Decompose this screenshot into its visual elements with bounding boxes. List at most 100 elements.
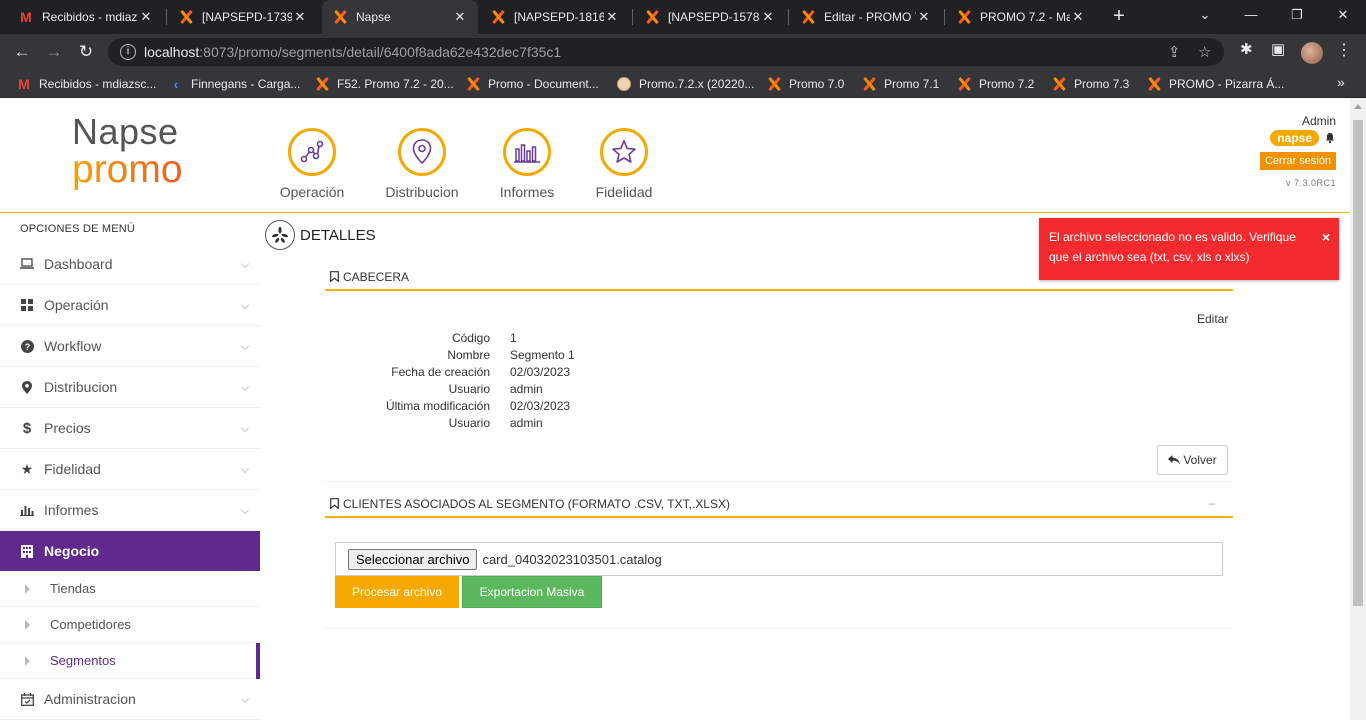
sidebar-item-fidelidad[interactable]: ★ Fidelidad <box>0 449 260 490</box>
sidebar-subitem-segmentos[interactable]: Segmentos <box>0 643 260 679</box>
process-file-button[interactable]: Procesar archivo <box>335 576 459 608</box>
module-label: Fidelidad <box>595 184 653 200</box>
bookmark-item[interactable]: ‹ Finnegans - Carga... <box>168 70 301 98</box>
napse-icon <box>644 9 660 25</box>
page-scrollbar[interactable] <box>1350 98 1366 720</box>
scroll-up-arrow-icon[interactable] <box>1354 104 1362 109</box>
browser-tab[interactable]: Editar - PROMO 7 ✕ <box>790 0 942 34</box>
chevron-down-icon <box>240 694 250 704</box>
close-icon[interactable]: × <box>1322 227 1330 247</box>
user-area: Admin napse Cerrar sesión v 7.3.0RC1 <box>1259 114 1336 188</box>
share-icon[interactable]: ⇪ <box>1168 43 1181 61</box>
restore-button[interactable]: ❐ <box>1274 0 1320 30</box>
operation-icon <box>288 128 336 176</box>
edit-link[interactable]: Editar <box>1197 312 1228 326</box>
bookmark-item[interactable]: M Recibidos - mdiazsc... <box>16 70 156 98</box>
site-info-icon[interactable]: i <box>120 44 136 60</box>
bell-icon[interactable] <box>1324 132 1336 144</box>
user-name: Admin <box>1301 114 1336 128</box>
app-header: Napse promo Operación Distribucion Infor… <box>0 98 1350 213</box>
clients-panel-header[interactable]: CLIENTES ASOCIADOS AL SEGMENTO (FORMATO … <box>325 491 1233 518</box>
napse-icon <box>956 76 972 92</box>
scrollbar-thumb[interactable] <box>1353 120 1363 606</box>
reload-icon[interactable]: ↻ <box>74 40 98 64</box>
tab-title: Editar - PROMO 7 <box>824 10 916 24</box>
module-fidelidad[interactable]: Fidelidad <box>594 128 654 200</box>
bookmark-item[interactable]: Promo 7.0 <box>766 70 844 98</box>
bookmark-item[interactable]: Promo 7.2 <box>956 70 1034 98</box>
selected-file-name: card_04032023103501.catalog <box>482 551 662 567</box>
page-title: DETALLES <box>265 220 376 250</box>
menu-kebab-icon[interactable]: ⋮ <box>1336 40 1352 60</box>
close-icon[interactable]: ✕ <box>1070 9 1086 25</box>
grid-icon <box>20 298 34 312</box>
forward-arrow-icon[interactable]: → <box>42 40 66 64</box>
module-operacion[interactable]: Operación <box>279 128 345 200</box>
bookmark-item[interactable]: PROMO - Pizarra Á... <box>1146 70 1284 98</box>
back-arrow-icon[interactable]: ← <box>10 40 34 64</box>
sidebar-subitem-competidores[interactable]: Competidores <box>0 607 260 643</box>
bookmark-item[interactable]: Promo 7.1 <box>861 70 939 98</box>
detail-row: Código 1 <box>451 331 517 345</box>
url-bar[interactable]: i localhost:8073/promo/segments/detail/6… <box>108 38 1224 66</box>
mass-export-button[interactable]: Exportacion Masiva <box>462 576 602 608</box>
face-icon <box>616 76 632 92</box>
sidebar-item-workflow[interactable]: ? Workflow <box>0 326 260 367</box>
napse-promo-logo[interactable]: Napse promo <box>72 114 183 190</box>
close-icon[interactable]: ✕ <box>292 9 308 25</box>
sidebar-item-precios[interactable]: $ Precios <box>0 408 260 449</box>
close-icon[interactable]: ✕ <box>138 9 154 25</box>
sidebar-item-operacion[interactable]: Operación <box>0 285 260 326</box>
sidebar-subitem-tiendas[interactable]: Tiendas <box>0 571 260 607</box>
close-icon[interactable]: ✕ <box>760 9 776 25</box>
bookmark-item[interactable]: Promo.7.2.x (20220... <box>616 70 754 98</box>
browser-tab[interactable]: PROMO 7.2 - Ma ✕ <box>946 0 1096 34</box>
detail-row: Usuario admin <box>448 382 543 396</box>
logout-button[interactable]: Cerrar sesión <box>1259 152 1336 170</box>
module-informes[interactable]: Informes <box>497 128 557 200</box>
extensions-puzzle-icon[interactable]: ✱ <box>1240 40 1253 58</box>
sidebar-item-dashboard[interactable]: Dashboard <box>0 244 260 285</box>
sidebar-title: OPCIONES DE MENÚ <box>20 223 136 235</box>
bookmark-item[interactable]: F52. Promo 7.2 - 20... <box>314 70 454 98</box>
browser-tab-active[interactable]: Napse ✕ <box>322 0 478 34</box>
file-upload-field[interactable]: Seleccionar archivo card_04032023103501.… <box>335 542 1223 576</box>
sidebar-item-administracion[interactable]: Administracion <box>0 679 260 720</box>
browser-tab[interactable]: [NAPSEPD-15788 ✕ <box>634 0 786 34</box>
profile-avatar[interactable] <box>1301 42 1323 64</box>
browser-tab[interactable]: [NAPSEPD-17396 ✕ <box>168 0 318 34</box>
collapse-icon[interactable]: – <box>1208 496 1215 510</box>
napse-icon <box>314 76 330 92</box>
close-icon[interactable]: ✕ <box>452 9 468 25</box>
browser-tab[interactable]: M Recibidos - mdiaz ✕ <box>8 0 164 34</box>
close-window-button[interactable]: ✕ <box>1320 0 1366 30</box>
sidebar-item-informes[interactable]: Informes <box>0 490 260 531</box>
napse-badge: napse <box>1270 130 1319 146</box>
close-icon[interactable]: ✕ <box>604 9 620 25</box>
sidebar-item-distribucion[interactable]: Distribucion <box>0 367 260 408</box>
bookmark-item[interactable]: Promo - Document... <box>465 70 599 98</box>
detail-row: Usuario admin <box>448 416 543 430</box>
back-button[interactable]: Volver <box>1157 445 1228 475</box>
finnegans-icon: ‹ <box>173 76 179 92</box>
module-label: Operación <box>279 184 345 200</box>
bookmark-star-icon[interactable]: ☆ <box>1198 43 1211 61</box>
browser-tab[interactable]: [NAPSEPD-18160 ✕ <box>480 0 630 34</box>
bookmark-item[interactable]: Promo 7.3 <box>1051 70 1129 98</box>
napse-icon <box>1146 76 1162 92</box>
bookmark-icon <box>330 271 339 282</box>
sidebar-item-negocio[interactable]: Negocio <box>0 531 260 571</box>
divider <box>325 628 1233 629</box>
minimize-button[interactable]: — <box>1228 0 1274 30</box>
star-icon <box>600 128 648 176</box>
chevron-down-icon <box>240 341 250 351</box>
tab-title: Recibidos - mdiaz <box>42 10 138 24</box>
new-tab-button[interactable]: + <box>1108 5 1130 27</box>
choose-file-button[interactable]: Seleccionar archivo <box>348 548 478 570</box>
laptop-icon <box>20 257 34 271</box>
side-panel-icon[interactable]: ▣ <box>1271 40 1285 58</box>
tab-search-chevron-icon[interactable]: ⌄ <box>1182 0 1228 30</box>
close-icon[interactable]: ✕ <box>916 9 932 25</box>
module-distribucion[interactable]: Distribucion <box>383 128 461 200</box>
bookmarks-overflow-icon[interactable]: » <box>1337 74 1345 90</box>
